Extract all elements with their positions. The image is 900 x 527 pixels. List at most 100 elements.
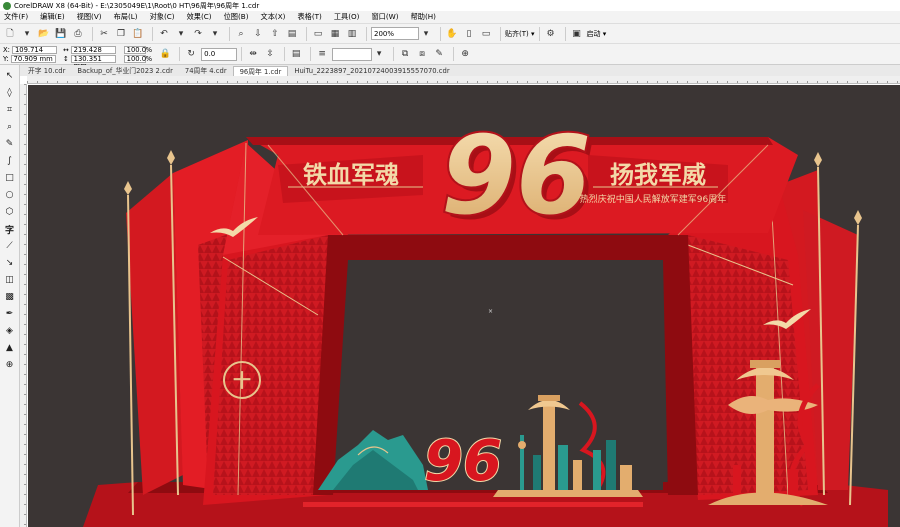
outline-width-icon[interactable]: ≡ [315,47,329,61]
save-icon[interactable]: 💾 [54,27,68,41]
scale-fields: 100.0% 100.0% [122,45,152,63]
export-icon[interactable]: ⇧ [268,27,282,41]
add-icon[interactable]: ⊕ [458,47,472,61]
scale-height-field[interactable]: 100.0 [123,54,146,63]
application-launcher-icon[interactable]: ▣ [570,27,584,41]
menu-bitmaps[interactable]: 位图(B) [224,12,249,22]
zoom-level-field[interactable]: 200% [371,27,419,40]
toolbox: ↖ ◊ ⌗ ⌕ ✎ ∫ □ ○ ⬡ 字 ⟋ ↘ ◫ ▩ ✒ ◈ ▲ ⊕ [0,65,20,527]
add-tool-icon[interactable]: ⊕ [3,358,17,372]
width-field[interactable]: 219.428 mm [70,45,116,60]
convert-to-curves-icon[interactable]: ✎ [432,47,446,61]
tab-doc-3[interactable]: 74周年 4.cdr [179,66,233,76]
cut-icon[interactable]: ✂ [97,27,111,41]
menu-layout[interactable]: 布局(L) [114,12,138,22]
artwork-svg: 十 96 96 铁血军魂 扬我军威 热烈庆祝中国人民解放军建军96周年 96 × [83,112,888,527]
menu-text[interactable]: 文本(X) [261,12,286,22]
tab-doc-4-active[interactable]: 96周年 1.cdr [232,66,289,76]
open-folder-icon[interactable]: 📂 [37,27,51,41]
pick-tool-icon[interactable]: ↖ [3,69,17,83]
cursor-crosshair-icon: × [488,308,493,315]
parallel-dimension-icon[interactable]: ⟋ [3,239,17,253]
drawing-canvas[interactable]: 十 96 96 铁血军魂 扬我军威 热烈庆祝中国人民解放军建军96周年 96 × [28,85,900,527]
smart-fill-icon[interactable]: ▲ [3,341,17,355]
drop-shadow-icon[interactable]: ◫ [3,273,17,287]
scale-width-field[interactable]: 100.0 [123,45,146,54]
snap-to-label: 贴齐(T) [505,29,529,38]
to-front-icon[interactable]: ⧉ [398,47,412,61]
menu-edit[interactable]: 编辑(E) [40,12,65,22]
full-screen-preview-icon[interactable]: ▭ [311,27,325,41]
polygon-tool-icon[interactable]: ⬡ [3,205,17,219]
hand-icon[interactable]: ✋ [445,27,459,41]
print-icon[interactable]: ⎙ [71,27,85,41]
new-document-icon[interactable]: 🗋 [3,27,17,41]
search-content-icon[interactable]: ⌕ [234,27,248,41]
import-icon[interactable]: ⇩ [251,27,265,41]
outline-width-field[interactable] [332,47,373,61]
transparency-icon[interactable]: ▩ [3,290,17,304]
freehand-tool-icon[interactable]: ✎ [3,137,17,151]
text-tool-icon[interactable]: 字 [3,222,17,236]
position-fields: X:109.714 mm Y:70.909 mm [3,45,57,63]
options-gear-icon[interactable]: ⚙ [544,27,558,41]
subtitle-text: 热烈庆祝中国人民解放军建军96周年 [580,193,726,205]
launch-dropdown[interactable]: 启动 ▾ [587,29,607,39]
shape-tool-icon[interactable]: ◊ [3,86,17,100]
interactive-fill-icon[interactable]: ◈ [3,324,17,338]
grid-icon[interactable]: ▥ [345,27,359,41]
redo-dropdown-icon[interactable]: ▾ [208,27,222,41]
connector-tool-icon[interactable]: ↘ [3,256,17,270]
height-field[interactable]: 130.351 mm [70,54,116,69]
standard-toolbar: 🗋 ▾ 📂 💾 ⎙ ✂ ❐ 📋 ↶ ▾ ↷ ▾ ⌕ ⇩ ⇧ ▤ ▭ ▦ ▥ 20… [0,23,900,43]
menu-effects[interactable]: 效果(C) [187,12,212,22]
text-wrap-icon[interactable]: ▤ [289,47,303,61]
small-96-number: 96 [424,429,502,494]
publish-pdf-icon[interactable]: ▤ [285,27,299,41]
menu-help[interactable]: 帮助(H) [411,12,436,22]
huabiao-column-right [756,365,774,500]
page-icon[interactable]: ▭ [479,27,493,41]
mirror-horizontal-icon[interactable]: ⇹ [246,47,260,61]
eyedropper-icon[interactable]: ✒ [3,307,17,321]
tab-doc-5[interactable]: HuiTu_2223897_20210724003915557070.cdr [288,66,455,76]
coreldraw-app-icon [3,1,11,10]
width-icon: ↔ [62,45,69,54]
crop-tool-icon[interactable]: ⌗ [3,103,17,117]
to-back-icon[interactable]: ⧈ [415,47,429,61]
rectangle-tool-icon[interactable]: □ [3,171,17,185]
rulers-icon[interactable]: ▦ [328,27,342,41]
mirror-vertical-icon[interactable]: ⇳ [263,47,277,61]
outline-dropdown-icon[interactable]: ▾ [372,47,386,61]
menu-tools[interactable]: 工具(O) [334,12,360,22]
lock-ratio-icon[interactable]: 🔒 [158,47,172,61]
paste-icon[interactable]: 📋 [131,27,145,41]
launch-label: 启动 [586,29,601,38]
horizontal-ruler[interactable] [27,76,900,84]
x-position-field[interactable]: 109.714 mm [11,45,57,60]
rotate-icon[interactable]: ↻ [184,47,198,61]
big-96-number: 96 [441,114,591,239]
vertical-ruler[interactable] [20,84,27,527]
dropdown-arrow-icon[interactable]: ▾ [20,27,34,41]
undo-icon[interactable]: ↶ [157,27,171,41]
y-position-field[interactable]: 70.909 mm [10,54,56,63]
menu-view[interactable]: 视图(V) [77,12,102,22]
right-slogan-text: 扬我军威 [610,161,706,189]
menu-object[interactable]: 对象(C) [150,12,175,22]
menu-file[interactable]: 文件(F) [4,12,28,22]
undo-dropdown-icon[interactable]: ▾ [174,27,188,41]
ellipse-tool-icon[interactable]: ○ [3,188,17,202]
zoom-tool-icon[interactable]: ⌕ [3,120,17,134]
redo-icon[interactable]: ↷ [191,27,205,41]
artistic-media-icon[interactable]: ∫ [3,154,17,168]
zoom-dropdown-icon[interactable]: ▾ [419,27,433,41]
menu-table[interactable]: 表格(T) [297,12,321,22]
snap-to-dropdown[interactable]: 贴齐(T) ▾ [505,29,535,39]
view-icon[interactable]: ▯ [462,27,476,41]
menu-window[interactable]: 窗口(W) [371,12,398,22]
tab-doc-2[interactable]: Backup_of_华业门2023 2.cdr [71,66,178,76]
tab-doc-1[interactable]: 开字 10.cdr [22,66,71,76]
rotation-field[interactable]: 0.0 [201,47,238,61]
copy-icon[interactable]: ❐ [114,27,128,41]
